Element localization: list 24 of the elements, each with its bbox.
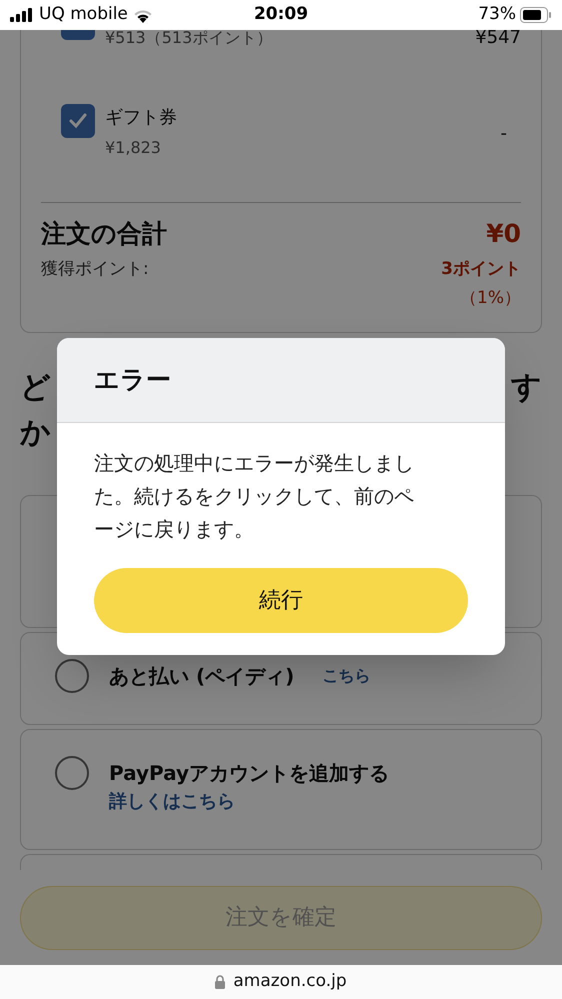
details-link[interactable]: こちら [322,664,370,688]
continue-button[interactable]: 続行 [94,568,468,633]
carrier-name: UQ mobile [39,3,128,26]
battery-percent: 73% [478,3,516,26]
total-amount: ¥0 [486,218,521,250]
item-amount: - [500,122,508,146]
item-amount: ¥547 [475,30,521,50]
points-rate: （1%） [460,287,521,310]
option-title: あと払い (ペイディ) [109,662,294,690]
clock-time: 20:09 [254,3,308,26]
item-price: ¥1,823 [105,137,162,159]
site-url[interactable]: amazon.co.jp [233,969,347,995]
total-label: 注文の合計 [41,218,167,250]
points-label: 獲得ポイント: [41,258,149,280]
heading-text: す [511,368,542,406]
option-title: PayPayアカウントを追加する [109,760,390,786]
item-price: ¥513（513ポイント） [105,30,274,49]
points-value: 3ポイント [441,258,521,280]
heading-text: か [20,414,52,452]
dialog-title: エラー [94,364,171,396]
details-link[interactable]: 詳しくはこちら [109,788,390,814]
heading-text: ど [20,368,51,406]
item-label: ギフト券 [105,106,178,130]
dialog-message: 注文の処理中にエラーが発生しました。続けるをクリックして、前のページに戻ります。 [94,450,415,543]
